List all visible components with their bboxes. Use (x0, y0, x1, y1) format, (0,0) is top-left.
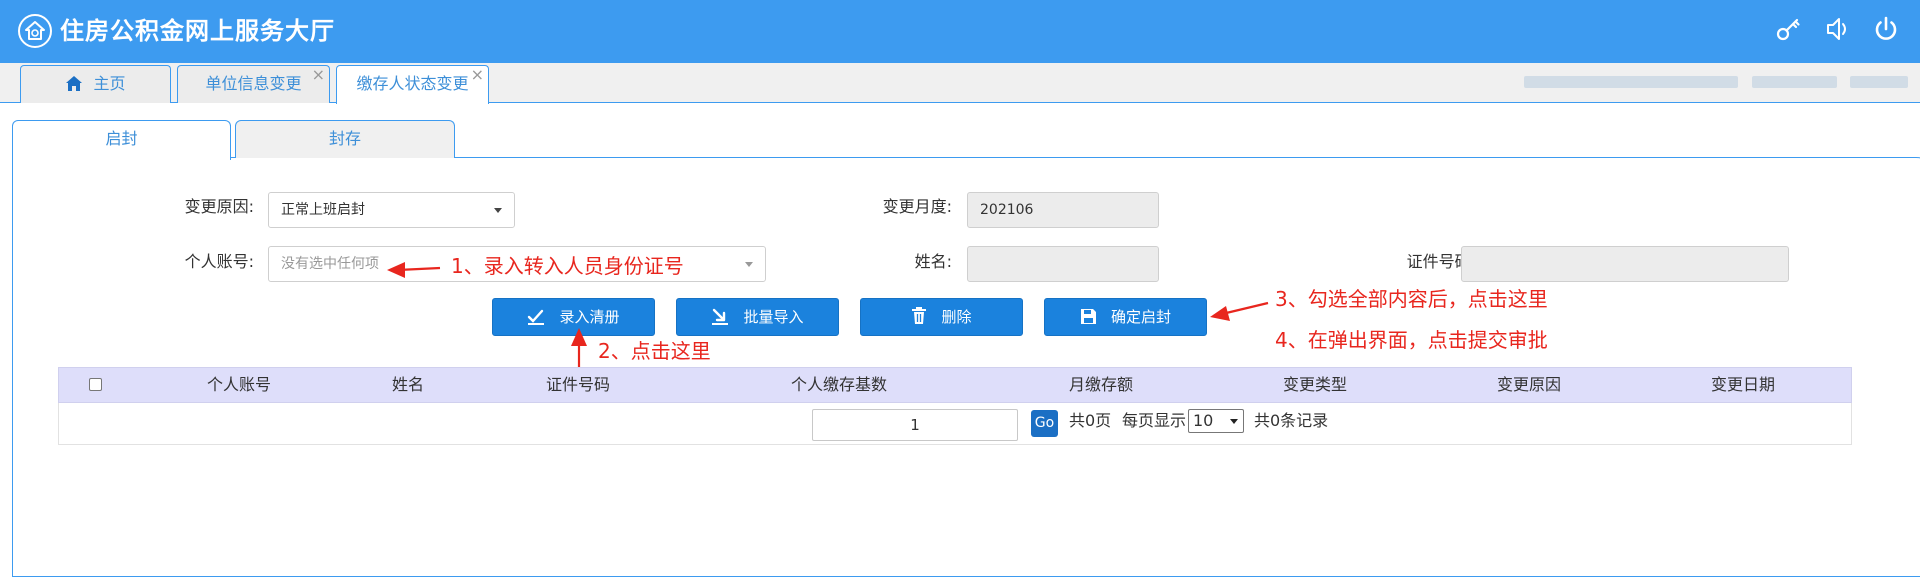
per-page-select[interactable]: 10 (1188, 409, 1244, 433)
annotation-step-2: 2、点击这里 (598, 339, 711, 363)
nav-tab-label: 单位信息变更 (205, 74, 302, 93)
change-reason-value: 正常上班启封 (281, 202, 365, 218)
change-month-field: 202106 (967, 192, 1159, 228)
close-icon[interactable]: × (312, 57, 325, 93)
go-button[interactable]: Go (1031, 410, 1058, 437)
total-records-text: 共0条记录 (1254, 411, 1329, 430)
page-number-input[interactable]: 1 (812, 409, 1018, 441)
button-label: 确定启封 (1110, 308, 1171, 326)
annotation-step-4: 4、在弹出界面，点击提交审批 (1275, 328, 1548, 352)
check-edit-icon (527, 302, 545, 338)
annotation-step-1: 1、录入转入人员身份证号 (451, 254, 684, 278)
volume-icon[interactable] (1823, 14, 1853, 44)
annotation-step-3: 3、勾选全部内容后，点击这里 (1275, 287, 1548, 311)
batch-import-button[interactable]: 批量导入 (676, 298, 839, 336)
change-month-value: 202106 (980, 202, 1034, 218)
personal-account-label: 个人账号: (184, 252, 254, 271)
chevron-down-icon (1230, 419, 1238, 424)
save-icon (1080, 302, 1097, 338)
column-header-name: 姓名 (391, 375, 425, 394)
chevron-down-icon (494, 208, 502, 213)
tab-seal[interactable]: 封存 (235, 120, 455, 158)
per-page-label: 每页显示 (1122, 411, 1187, 430)
column-header-account: 个人账号 (206, 375, 272, 394)
per-page-value: 10 (1193, 411, 1214, 430)
entry-list-button[interactable]: 录入清册 (492, 298, 655, 336)
delete-button[interactable]: 删除 (860, 298, 1023, 336)
home-logo-icon (18, 14, 52, 48)
close-icon[interactable]: × (471, 57, 484, 93)
nav-tab-home[interactable]: 主页 (20, 65, 171, 103)
chevron-down-icon (745, 262, 753, 267)
tab-label: 封存 (328, 129, 361, 148)
column-header-deposit-base: 个人缴存基数 (790, 375, 888, 394)
key-icon[interactable] (1774, 14, 1804, 44)
column-header-id-number: 证件号码 (545, 375, 611, 394)
column-header-change-type: 变更类型 (1282, 375, 1348, 394)
power-icon[interactable] (1871, 14, 1901, 44)
import-icon (711, 302, 729, 338)
tab-label: 启封 (105, 129, 138, 148)
change-month-label: 变更月度: (882, 197, 952, 216)
nav-tab-label: 缴存人状态变更 (356, 74, 469, 93)
select-all-checkbox[interactable] (89, 378, 102, 391)
personal-account-placeholder: 没有选中任何项 (281, 256, 379, 272)
redacted-user-info (1850, 76, 1908, 88)
tab-unseal[interactable]: 启封 (12, 120, 231, 160)
id-number-label: 证件号码: (1406, 252, 1476, 271)
nav-tab-unit-info-change[interactable]: 单位信息变更 × (177, 65, 330, 103)
redacted-user-info (1752, 76, 1837, 88)
top-header: 住房公积金网上服务大厅 (0, 0, 1920, 63)
app-title: 住房公积金网上服务大厅 (60, 17, 335, 45)
button-label: 批量导入 (743, 308, 804, 326)
name-field (967, 246, 1159, 282)
home-icon (65, 69, 83, 105)
column-header-change-reason: 变更原因 (1496, 375, 1562, 394)
name-label: 姓名: (914, 252, 952, 271)
nav-tab-label: 主页 (93, 74, 126, 93)
nav-tab-depositor-status-change[interactable]: 缴存人状态变更 × (336, 65, 489, 104)
total-pages-text: 共0页 (1069, 411, 1112, 430)
button-label: 删除 (941, 308, 972, 326)
trash-icon (911, 302, 927, 338)
change-reason-select[interactable]: 正常上班启封 (268, 192, 515, 228)
column-header-change-date: 变更日期 (1710, 375, 1776, 394)
redacted-user-info (1524, 76, 1738, 88)
confirm-unseal-button[interactable]: 确定启封 (1044, 298, 1207, 336)
change-reason-label: 变更原因: (184, 197, 254, 216)
column-header-monthly-amount: 月缴存额 (1068, 375, 1134, 394)
button-label: 录入清册 (559, 308, 620, 326)
id-number-field (1461, 246, 1789, 282)
table-header: 个人账号 姓名 证件号码 个人缴存基数 月缴存额 变更类型 变更原因 变更日期 (58, 367, 1852, 403)
